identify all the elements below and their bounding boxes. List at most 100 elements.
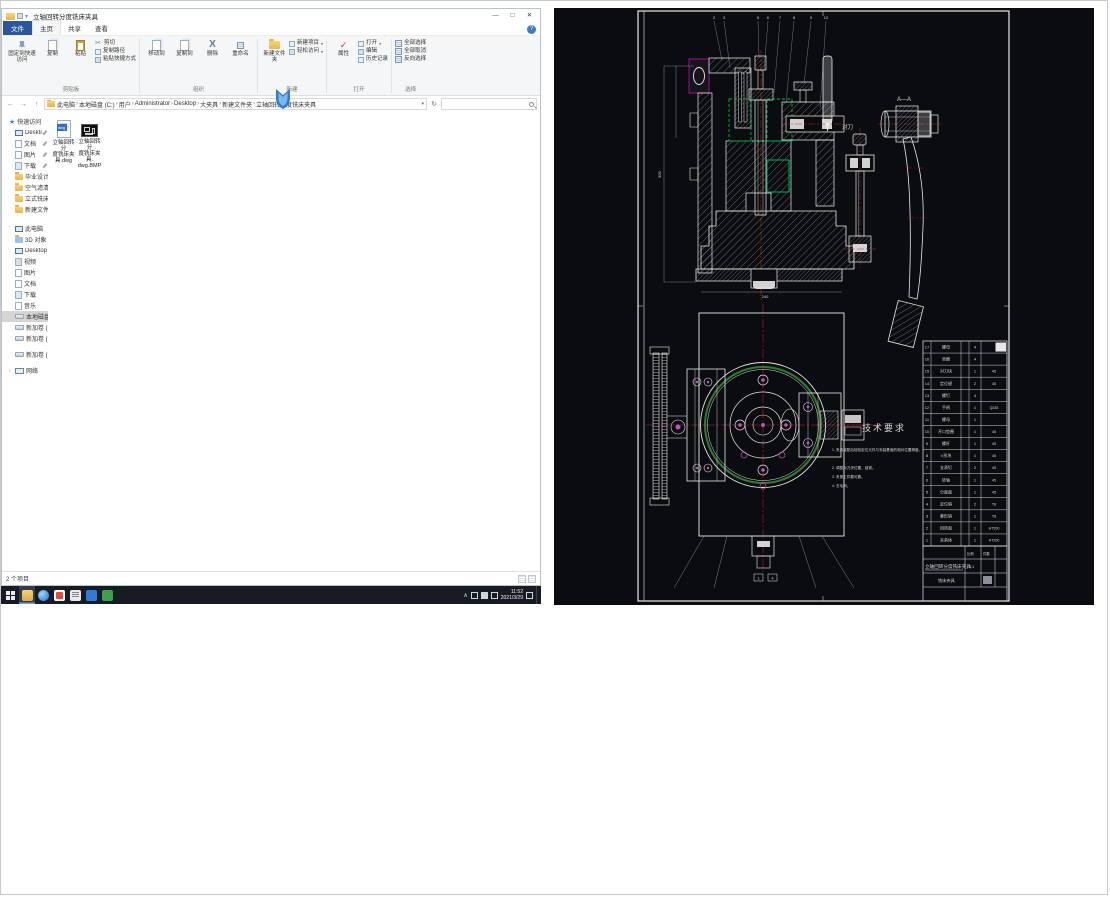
- sidebar-item-volume-d[interactable]: 新加卷 (D:): [2, 322, 48, 333]
- cad-preview-window: 2 3 5 6 7 8 9 12 305 240 对刀 A—A 1 4 技术要求…: [554, 8, 1094, 605]
- new-item-button[interactable]: 新建项目 ▾: [289, 40, 323, 47]
- sidebar-item-recent-folder[interactable]: 立式铣床图纸: [2, 193, 48, 204]
- sidebar-item-recent-folder[interactable]: 新建文件夹: [2, 204, 48, 215]
- file-item-bmp[interactable]: 立轴回转分 度铣床夹 具. dwg.BMP: [78, 120, 101, 169]
- paste-shortcut-button[interactable]: 粘贴快捷方式: [95, 56, 136, 63]
- minimize-button[interactable]: —: [487, 9, 504, 23]
- sidebar-item-pictures[interactable]: 图片: [2, 267, 48, 278]
- search-input[interactable]: [441, 98, 537, 110]
- sidebar-item-pictures-pinned[interactable]: 图片: [2, 149, 48, 160]
- sidebar-item-desktop[interactable]: Desktop: [2, 245, 48, 256]
- file-item-dwg[interactable]: dwg 立轴回转分 度铣床夹 具.dwg: [52, 120, 75, 164]
- open-button[interactable]: 打开 ▾: [358, 40, 388, 47]
- svg-text:A—A: A—A: [897, 97, 911, 103]
- thumbnails-view-icon[interactable]: [528, 574, 536, 583]
- taskbar-app-green[interactable]: [99, 586, 115, 604]
- select-none-button[interactable]: 全部取消: [395, 48, 426, 55]
- taskbar-app-blue[interactable]: [83, 586, 99, 604]
- sidebar-item-desktop-pinned[interactable]: Desktop: [2, 127, 48, 138]
- breadcrumb-item[interactable]: 本地磁盘 (C:): [79, 100, 115, 109]
- show-desktop-button[interactable]: [536, 586, 539, 604]
- sidebar-item-music[interactable]: 音乐: [2, 300, 48, 311]
- 3d-objects-icon: [15, 235, 23, 243]
- copy-button[interactable]: 复制: [39, 37, 66, 57]
- svg-text:45: 45: [992, 442, 996, 446]
- sidebar-item-recent-folder[interactable]: 空气滤清器盖铣钻: [2, 182, 48, 193]
- chevron-down-icon[interactable]: ˇ: [9, 226, 13, 232]
- sidebar-item-this-pc[interactable]: ˇ 此电脑: [2, 223, 48, 234]
- invert-selection-button[interactable]: 反向选择: [395, 56, 426, 63]
- svg-text:1: 1: [974, 441, 977, 446]
- pin-to-quick-access-button[interactable]: 固定到快速访问: [6, 37, 38, 63]
- sidebar-item-videos[interactable]: 视频: [2, 256, 48, 267]
- volume-icon[interactable]: [480, 591, 488, 599]
- select-all-button[interactable]: 全部选择: [395, 40, 426, 47]
- properties-button[interactable]: ✓ 属性: [330, 37, 357, 58]
- delete-button[interactable]: X 删除: [199, 37, 226, 58]
- move-to-button[interactable]: 移动到: [143, 37, 170, 57]
- copy-to-button[interactable]: 复制到: [171, 37, 198, 57]
- svg-text:9: 9: [810, 15, 813, 20]
- search-icon: [529, 101, 534, 107]
- maximize-button[interactable]: □: [504, 9, 521, 23]
- sidebar-item-downloads[interactable]: 下载: [2, 289, 48, 300]
- tab-file[interactable]: 文件: [3, 21, 32, 35]
- breadcrumb-item[interactable]: 大夹具: [200, 100, 218, 109]
- breadcrumb-item[interactable]: Administrator: [135, 101, 170, 107]
- copy-path-button[interactable]: 复制路径: [95, 48, 136, 55]
- new-folder-button[interactable]: 新建文件夹: [261, 37, 288, 63]
- breadcrumb-item[interactable]: Desktop: [174, 101, 196, 107]
- sidebar-item-documents-pinned[interactable]: 文档: [2, 138, 48, 149]
- start-button[interactable]: [1, 586, 19, 604]
- svg-text:1: 1: [974, 417, 977, 422]
- tab-view[interactable]: 查看: [88, 21, 115, 35]
- rename-button[interactable]: 重命名: [227, 37, 254, 57]
- tab-home[interactable]: 主页: [32, 20, 61, 35]
- network-icon[interactable]: [490, 591, 498, 599]
- quick-access-toolbar-icon[interactable]: [17, 13, 23, 19]
- help-icon[interactable]: ?: [527, 25, 536, 34]
- tab-share[interactable]: 共享: [61, 21, 88, 35]
- breadcrumb-item[interactable]: 此电脑: [57, 100, 75, 109]
- easy-access-button[interactable]: 轻松访问 ▾: [289, 48, 323, 55]
- taskbar-file-explorer[interactable]: [19, 586, 35, 604]
- tray-expand-icon[interactable]: ∧: [463, 592, 467, 599]
- edit-button[interactable]: 编辑: [358, 48, 388, 55]
- breadcrumb-item[interactable]: 新建文件夹: [222, 100, 252, 109]
- sidebar-item-network[interactable]: › 网络: [2, 365, 48, 376]
- close-button[interactable]: ✕: [521, 9, 538, 23]
- sidebar-item-recent-folder[interactable]: 毕业设计说明书图: [2, 171, 48, 182]
- svg-text:7: 7: [926, 465, 929, 470]
- rename-icon: [235, 39, 247, 51]
- taskbar-browser[interactable]: [35, 586, 51, 604]
- up-button[interactable]: ↑: [31, 101, 42, 108]
- address-bar[interactable]: 此电脑 › 本地磁盘 (C:) › 用户 › Administrator › Desktop › 大…: [44, 98, 427, 110]
- chevron-right-icon[interactable]: ›: [9, 368, 13, 374]
- refresh-icon[interactable]: ↻: [429, 100, 439, 108]
- sidebar-item-quick-access[interactable]: ★ 快速访问: [2, 116, 48, 127]
- history-button[interactable]: 历史记录: [358, 56, 388, 63]
- address-dropdown-icon[interactable]: ▾: [421, 101, 424, 107]
- copy-icon: [47, 39, 59, 51]
- folder-icon: [47, 99, 55, 107]
- quick-access-dropdown-icon[interactable]: ▾: [25, 13, 28, 20]
- paste-button[interactable]: 粘贴: [67, 37, 94, 57]
- cut-button[interactable]: ✂ 剪切: [95, 40, 136, 47]
- breadcrumb-item[interactable]: 用户: [119, 100, 131, 109]
- forward-button[interactable]: →: [18, 101, 29, 108]
- sidebar-item-documents[interactable]: 文档: [2, 278, 48, 289]
- notification-center-icon[interactable]: [526, 591, 533, 599]
- clock[interactable]: 11:52 2021/3/29: [501, 589, 523, 601]
- taskbar-document-app[interactable]: [67, 586, 83, 604]
- tray-app-icon[interactable]: [470, 591, 478, 599]
- sidebar-item-local-disk-c[interactable]: 本地磁盘 (C:): [2, 311, 48, 322]
- sidebar-item-volume-e[interactable]: 新加卷 (E:): [2, 333, 48, 344]
- sidebar-item-volume-f[interactable]: 新加卷 (F:): [2, 349, 48, 360]
- back-button[interactable]: ←: [5, 101, 16, 108]
- svg-text:Q235: Q235: [990, 406, 999, 410]
- sidebar-item-downloads-pinned[interactable]: 下载: [2, 160, 48, 171]
- select-none-icon: [395, 48, 403, 55]
- sidebar-item-3d-objects[interactable]: 3D 对象: [2, 234, 48, 245]
- taskbar-wps[interactable]: [51, 586, 67, 604]
- details-view-icon[interactable]: [518, 574, 526, 583]
